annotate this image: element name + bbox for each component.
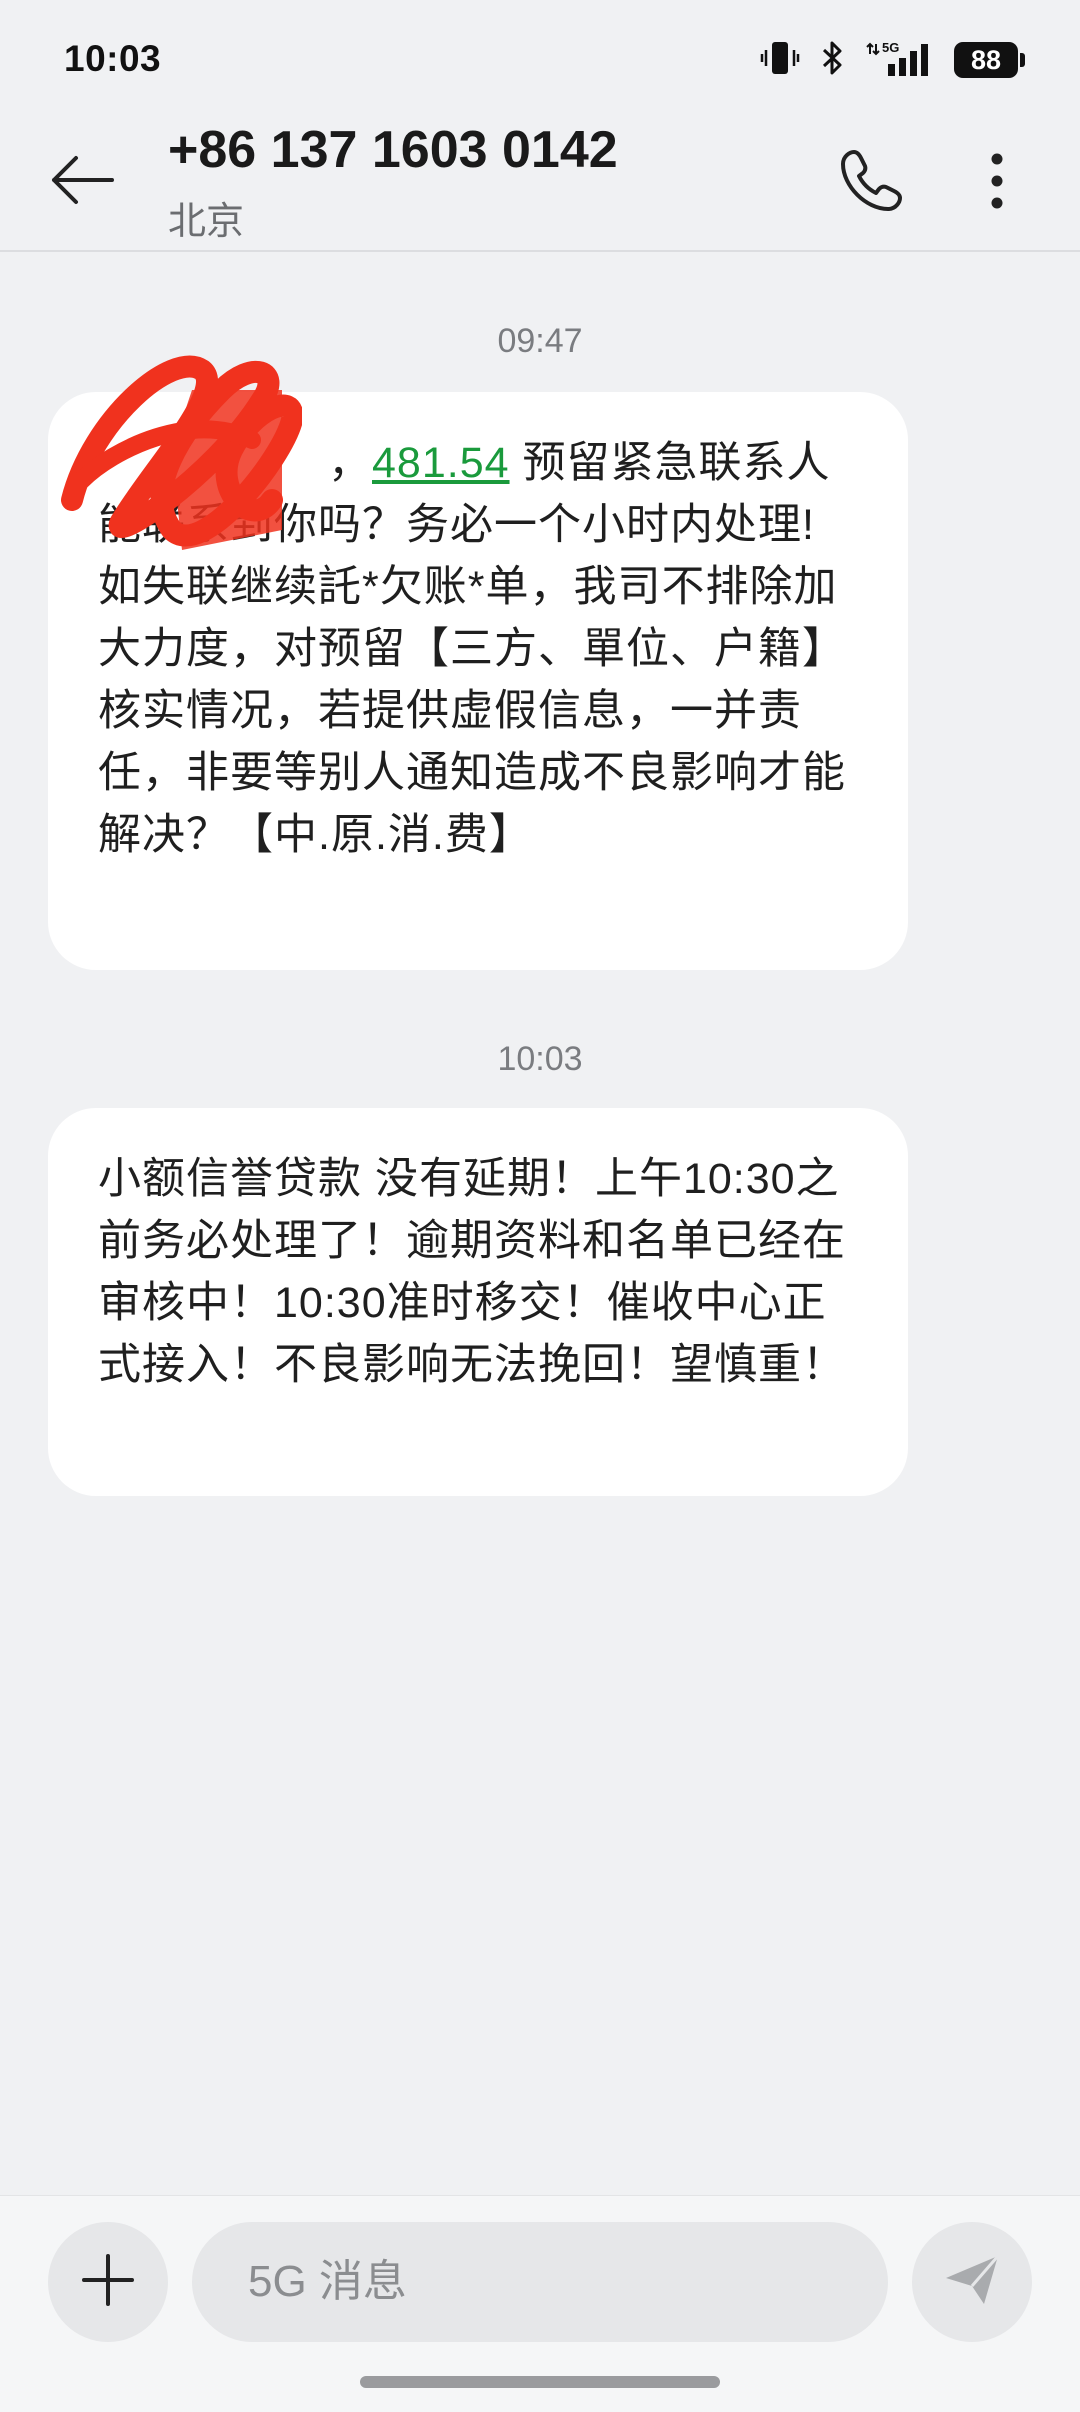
contact-number[interactable]: +86 137 1603 0142: [168, 120, 618, 180]
plus-icon: [80, 2252, 136, 2313]
phone-icon: [836, 146, 906, 221]
amount-link[interactable]: 481.54: [372, 439, 510, 487]
vibrate-icon: [760, 38, 800, 83]
message-bubble[interactable]: ，481.54 预留紧急联系人能联系到你吗？务必一个小时内处理!如失联继续託*欠…: [48, 392, 908, 970]
message-input[interactable]: [192, 2222, 888, 2342]
message-timestamp: 09:47: [497, 322, 583, 360]
network-label: 5G: [882, 40, 899, 55]
contact-location: 北京: [168, 201, 245, 243]
call-button[interactable]: [826, 138, 916, 228]
send-button[interactable]: [912, 2222, 1032, 2342]
message-text: 小额信誉贷款 没有延期！上午10:30之前务必处理了！逾期资料和名单已经在审核中…: [98, 1155, 846, 1389]
back-button[interactable]: [40, 140, 124, 224]
conversation-header: +86 137 1603 0142 北京: [0, 120, 1080, 252]
message-composer: [0, 2195, 1080, 2412]
home-indicator[interactable]: [360, 2376, 720, 2388]
message-bubble[interactable]: 小额信誉贷款 没有延期！上午10:30之前务必处理了！逾期资料和名单已经在审核中…: [48, 1108, 908, 1496]
battery-indicator: 88: [954, 42, 1025, 78]
send-icon: [940, 2248, 1004, 2317]
status-time: 10:03: [64, 38, 162, 79]
message-text: 预留紧急联系人能联系到你吗？务必一个小时内处理!如失联继续託*欠账*单，我司不排…: [98, 439, 846, 859]
add-attachment-button[interactable]: [48, 2222, 168, 2342]
message-text: ，: [328, 439, 372, 487]
signal-icon: 5G: [866, 38, 936, 83]
bluetooth-icon: [818, 38, 848, 83]
more-options-button[interactable]: [962, 138, 1032, 228]
status-bar: 10:03 5G 88: [0, 0, 1080, 120]
more-vert-icon: [987, 151, 1007, 216]
message-timestamp: 10:03: [497, 1040, 583, 1078]
back-arrow-icon: [50, 155, 114, 210]
status-icons: 5G 88: [760, 38, 1025, 83]
